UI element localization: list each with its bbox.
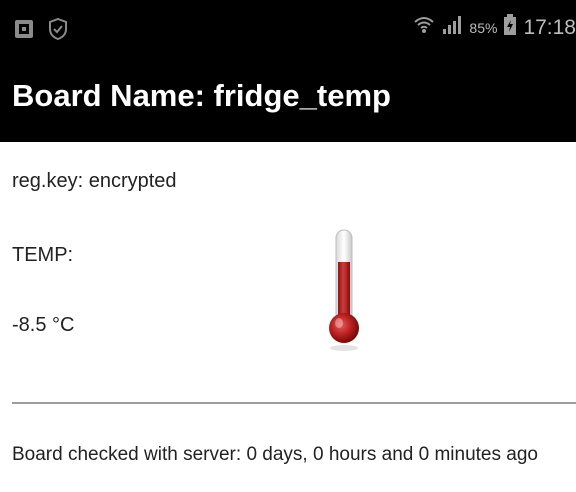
status-bar: 85% 17:18 (0, 0, 576, 60)
app-bar: Board Name: fridge_temp (0, 60, 576, 142)
temp-label: TEMP: (12, 244, 74, 266)
last-checked-text: Board checked with server: 0 days, 0 hou… (12, 444, 538, 465)
notification-square-icon (14, 19, 34, 44)
battery-percent: 85% (469, 20, 498, 36)
battery-icon (503, 14, 517, 42)
signal-icon (441, 14, 463, 42)
wifi-icon (413, 14, 435, 42)
reg-key-text: reg.key: encrypted (12, 170, 177, 192)
thermometer-icon (322, 226, 366, 361)
status-left-icons (14, 17, 68, 45)
status-right: 85% 17:18 (413, 14, 576, 42)
temp-value: -8.5 °C (12, 314, 75, 336)
status-time: 17:18 (523, 16, 576, 39)
divider (12, 402, 576, 404)
shield-check-icon (48, 17, 68, 45)
page-title: Board Name: fridge_temp (12, 78, 391, 113)
